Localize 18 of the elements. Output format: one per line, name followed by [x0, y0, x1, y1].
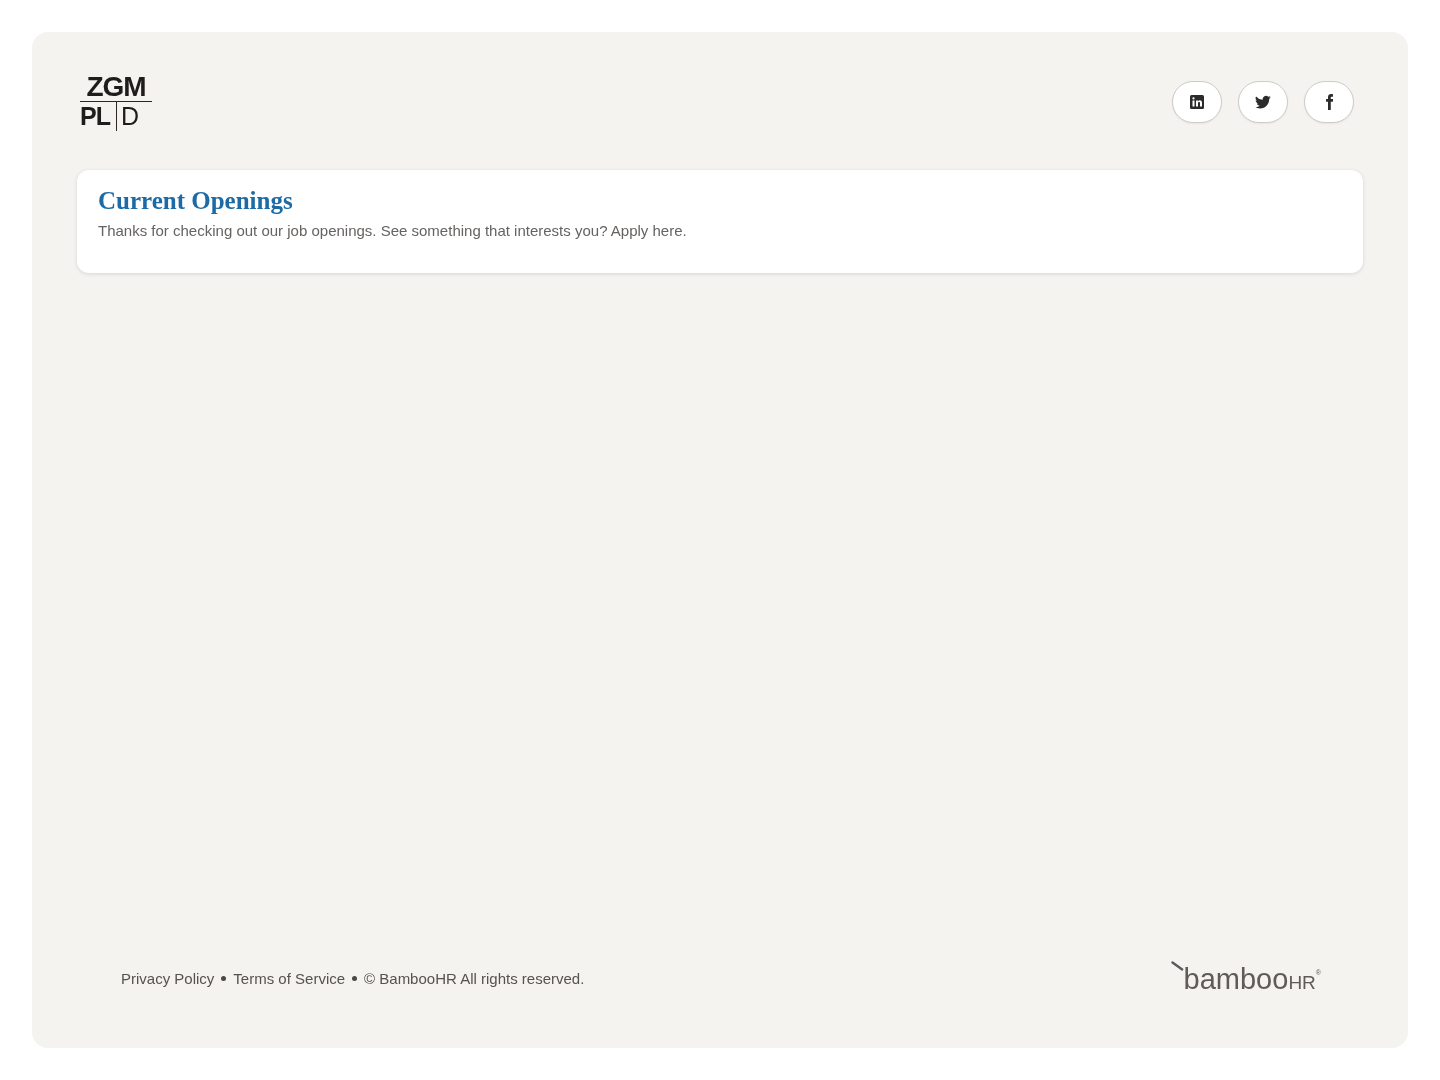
leaf-icon: [1170, 961, 1184, 971]
bamboohr-wordmark: bambooHR$^{®}$: [1183, 962, 1321, 997]
facebook-button[interactable]: [1304, 81, 1354, 123]
copyright-text: © BambooHR All rights reserved.: [364, 969, 585, 987]
bullet-icon: [221, 975, 227, 981]
bullet-icon: [352, 975, 358, 981]
linkedin-button[interactable]: [1172, 81, 1222, 123]
logo-text: D: [115, 102, 139, 131]
bird-icon: [1255, 95, 1271, 109]
logo-text: PL: [80, 102, 112, 131]
twitter-button[interactable]: [1238, 81, 1288, 123]
linkedin-icon: [1190, 95, 1204, 109]
footer-link[interactable]: Terms of Service: [233, 969, 346, 987]
footer-link[interactable]: Privacy Policy: [121, 969, 215, 987]
openings-title: Current Openings: [98, 186, 293, 216]
openings-intro: Thanks for checking out our job openings. See something that interests you? Apply here.: [98, 221, 687, 241]
facebook-f-icon: [1325, 94, 1333, 110]
logo-text: ZGM: [80, 72, 152, 102]
